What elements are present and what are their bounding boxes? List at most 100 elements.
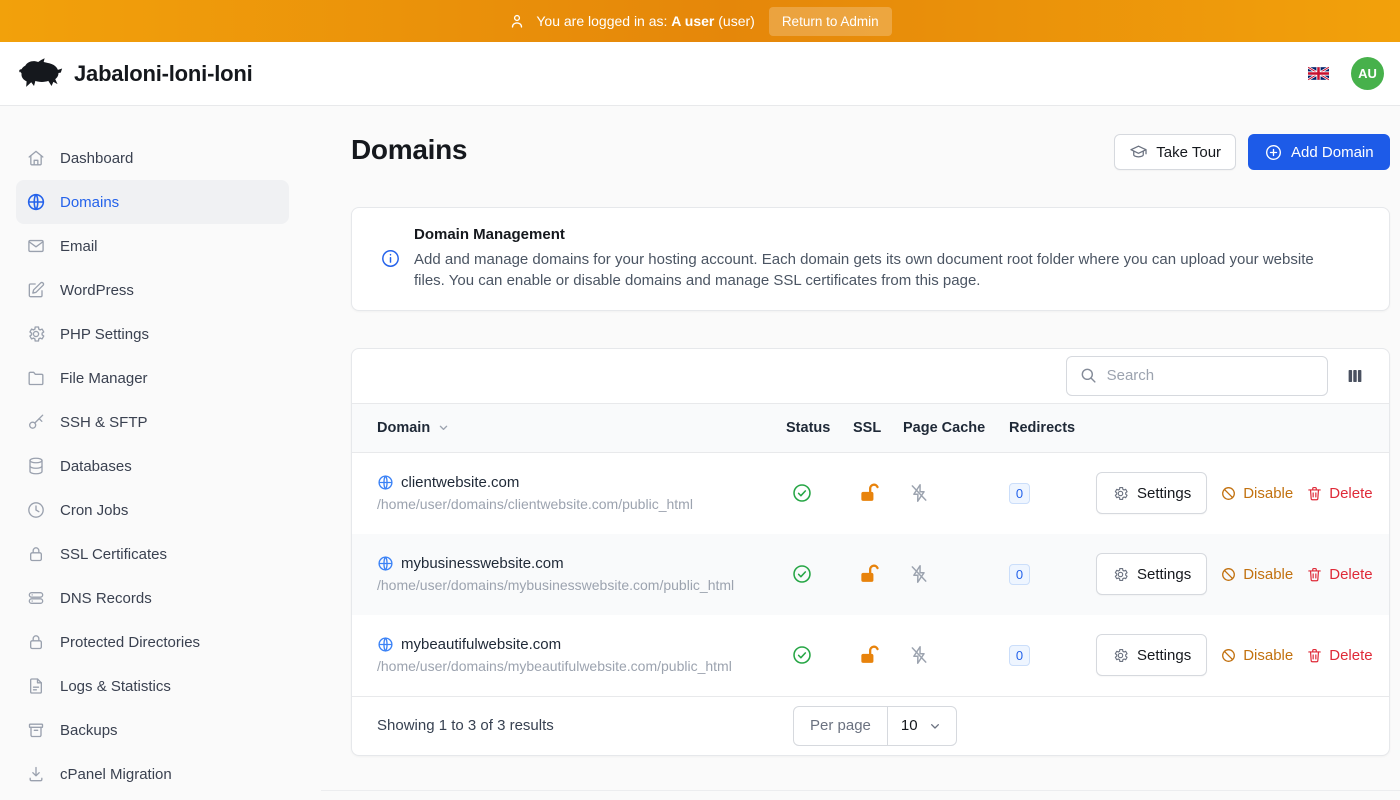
delete-button[interactable]: Delete <box>1306 566 1372 583</box>
page-cache-off-icon[interactable] <box>903 563 1009 585</box>
per-page-label: Per page <box>794 707 888 745</box>
globe-icon <box>377 636 394 653</box>
search-input[interactable] <box>1107 367 1315 384</box>
graduation-cap-icon <box>1129 143 1148 162</box>
sidebar: Dashboard Domains Email WordPress PHP Se… <box>0 106 321 800</box>
clock-icon <box>26 500 46 520</box>
column-header-page-cache[interactable]: Page Cache <box>903 420 1009 436</box>
domain-name[interactable]: mybeautifulwebsite.com <box>401 636 561 653</box>
delete-button[interactable]: Delete <box>1306 485 1372 502</box>
ssl-unlocked-icon[interactable] <box>853 644 903 667</box>
column-header-redirects[interactable]: Redirects <box>1009 420 1096 436</box>
sidebar-item-php-settings[interactable]: PHP Settings <box>16 312 289 356</box>
footer-divider <box>321 790 1400 791</box>
plus-circle-icon <box>1264 143 1283 162</box>
disable-button[interactable]: Disable <box>1220 485 1293 502</box>
search-icon <box>1079 366 1098 385</box>
sidebar-item-protected-directories[interactable]: Protected Directories <box>16 620 289 664</box>
per-page-select[interactable]: 10 <box>888 707 956 745</box>
language-flag-uk[interactable] <box>1308 66 1329 81</box>
lock-icon <box>26 544 46 564</box>
sidebar-item-databases[interactable]: Databases <box>16 444 289 488</box>
domain-name[interactable]: mybusinesswebsite.com <box>401 555 564 572</box>
add-domain-button[interactable]: Add Domain <box>1248 134 1390 170</box>
page-cache-off-icon[interactable] <box>903 644 1009 666</box>
column-header-ssl[interactable]: SSL <box>853 420 903 436</box>
settings-button[interactable]: Settings <box>1096 553 1207 595</box>
edit-icon <box>26 280 46 300</box>
banner-message: You are logged in as: A user (user) <box>536 13 754 29</box>
page-title: Domains <box>351 134 467 166</box>
key-icon <box>26 412 46 432</box>
page-cache-off-icon[interactable] <box>903 482 1009 504</box>
ban-icon <box>1220 566 1237 583</box>
sidebar-item-logs-statistics[interactable]: Logs & Statistics <box>16 664 289 708</box>
gear-icon <box>1112 485 1129 502</box>
redirects-count-badge[interactable]: 0 <box>1009 645 1030 666</box>
table-header-row: Domain Status SSL Page Cache Redirects <box>352 403 1389 453</box>
gear-icon <box>26 324 46 344</box>
per-page-control: Per page 10 <box>793 706 957 746</box>
trash-icon <box>1306 485 1323 502</box>
trash-icon <box>1306 647 1323 664</box>
sidebar-item-dashboard[interactable]: Dashboard <box>16 136 289 180</box>
column-header-status[interactable]: Status <box>786 420 853 436</box>
return-to-admin-button[interactable]: Return to Admin <box>769 7 892 36</box>
domain-path: /home/user/domains/mybusinesswebsite.com… <box>377 577 786 593</box>
settings-button[interactable]: Settings <box>1096 634 1207 676</box>
sidebar-item-email[interactable]: Email <box>16 224 289 268</box>
domain-name[interactable]: clientwebsite.com <box>401 474 519 491</box>
sidebar-item-cpanel-migration[interactable]: cPanel Migration <box>16 752 289 796</box>
take-tour-button[interactable]: Take Tour <box>1114 134 1236 170</box>
delete-button[interactable]: Delete <box>1306 647 1372 664</box>
home-icon <box>26 148 46 168</box>
redirects-count-badge[interactable]: 0 <box>1009 564 1030 585</box>
globe-icon <box>26 192 46 212</box>
domain-management-info-card: Domain Management Add and manage domains… <box>351 207 1390 311</box>
info-card-title: Domain Management <box>414 226 1344 243</box>
disable-button[interactable]: Disable <box>1220 566 1293 583</box>
main-content: Domains Take Tour Add Domain <box>321 106 1400 800</box>
column-header-domain[interactable]: Domain <box>377 420 786 436</box>
search-box <box>1066 356 1328 396</box>
status-active-icon <box>786 644 853 666</box>
gear-icon <box>1112 647 1129 664</box>
settings-button[interactable]: Settings <box>1096 472 1207 514</box>
results-summary: Showing 1 to 3 of 3 results <box>377 717 793 734</box>
mail-icon <box>26 236 46 256</box>
sidebar-item-ssl-certificates[interactable]: SSL Certificates <box>16 532 289 576</box>
trash-icon <box>1306 566 1323 583</box>
sidebar-item-backups[interactable]: Backups <box>16 708 289 752</box>
disable-button[interactable]: Disable <box>1220 647 1293 664</box>
domains-table-card: Domain Status SSL Page Cache Redirects c… <box>351 348 1390 756</box>
sidebar-item-ssh-sftp[interactable]: SSH & SFTP <box>16 400 289 444</box>
sidebar-item-dns-records[interactable]: DNS Records <box>16 576 289 620</box>
redirects-count-badge[interactable]: 0 <box>1009 483 1030 504</box>
ban-icon <box>1220 485 1237 502</box>
ban-icon <box>1220 647 1237 664</box>
ssl-unlocked-icon[interactable] <box>853 563 903 586</box>
table-footer: Showing 1 to 3 of 3 results Per page 10 <box>352 696 1389 755</box>
sidebar-item-cron-jobs[interactable]: Cron Jobs <box>16 488 289 532</box>
app-header: Jabaloni-loni-loni AU <box>0 42 1400 106</box>
columns-toggle-icon[interactable] <box>1346 367 1364 385</box>
table-row: clientwebsite.com /home/user/domains/cli… <box>352 453 1389 534</box>
sidebar-item-domains[interactable]: Domains <box>16 180 289 224</box>
impersonation-banner: You are logged in as: A user (user) Retu… <box>0 0 1400 42</box>
table-row: mybusinesswebsite.com /home/user/domains… <box>352 534 1389 615</box>
info-card-body: Add and manage domains for your hosting … <box>414 249 1344 292</box>
sidebar-item-wordpress[interactable]: WordPress <box>16 268 289 312</box>
chevron-down-icon <box>927 718 943 734</box>
user-avatar[interactable]: AU <box>1351 57 1384 90</box>
domain-path: /home/user/domains/mybeautifulwebsite.co… <box>377 658 786 674</box>
sidebar-item-file-manager[interactable]: File Manager <box>16 356 289 400</box>
folder-icon <box>26 368 46 388</box>
boar-logo <box>16 57 64 91</box>
brand[interactable]: Jabaloni-loni-loni <box>16 57 253 91</box>
table-row: mybeautifulwebsite.com /home/user/domain… <box>352 615 1389 696</box>
status-active-icon <box>786 563 853 585</box>
document-icon <box>26 676 46 696</box>
ssl-unlocked-icon[interactable] <box>853 482 903 505</box>
domain-path: /home/user/domains/clientwebsite.com/pub… <box>377 496 786 512</box>
globe-icon <box>377 474 394 491</box>
